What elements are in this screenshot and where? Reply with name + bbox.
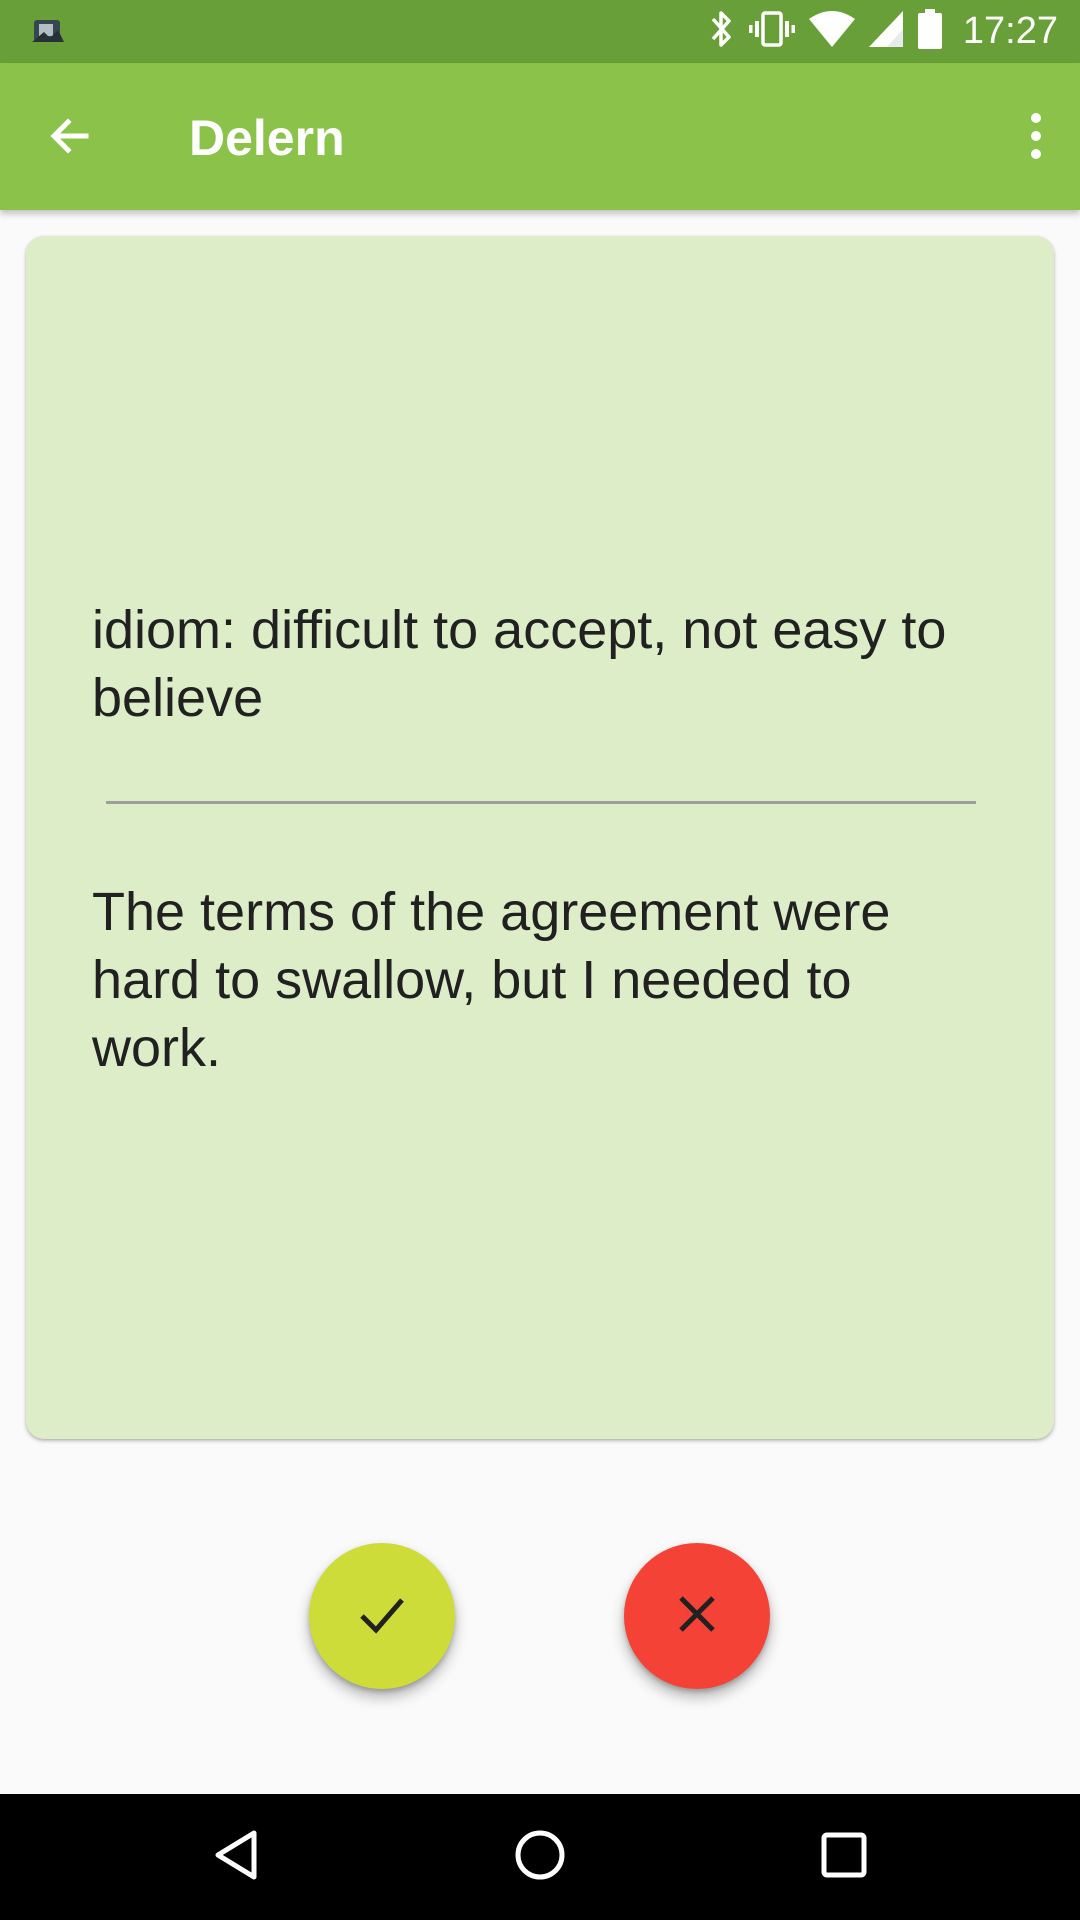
more-vert-icon xyxy=(1029,112,1043,165)
back-button[interactable] xyxy=(34,102,106,174)
card-front-text: idiom: difficult to accept, not easy to … xyxy=(92,600,947,728)
check-icon xyxy=(356,1588,408,1645)
nav-home-button[interactable] xyxy=(500,1817,580,1897)
navigation-bar xyxy=(0,1794,1080,1920)
app-bar: Delern xyxy=(0,63,1080,210)
status-icons: 17:27 xyxy=(709,0,1058,63)
flashcard[interactable]: idiom: difficult to accept, not easy to … xyxy=(26,236,1054,1439)
nav-back-button[interactable] xyxy=(196,1817,276,1897)
overflow-menu-button[interactable] xyxy=(1008,102,1064,174)
cell-signal-icon xyxy=(868,11,903,52)
arrow-back-icon xyxy=(46,112,94,165)
nav-recents-button[interactable] xyxy=(804,1817,884,1897)
app-notification-icon xyxy=(30,14,66,48)
bluetooth-icon xyxy=(709,9,735,54)
close-icon xyxy=(675,1592,719,1641)
nav-recents-icon xyxy=(820,1831,868,1884)
vibrate-icon xyxy=(748,9,795,54)
card-divider xyxy=(106,801,976,804)
wifi-icon xyxy=(808,11,855,52)
wrong-button[interactable] xyxy=(624,1543,770,1689)
correct-button[interactable] xyxy=(309,1543,455,1689)
app-title: Delern xyxy=(189,110,345,166)
status-bar: 17:27 xyxy=(0,0,1080,63)
status-time: 17:27 xyxy=(962,10,1058,52)
nav-home-icon xyxy=(514,1829,566,1886)
battery-icon xyxy=(917,9,943,54)
card-back-text: The terms of the agreement were hard to … xyxy=(92,882,891,1078)
nav-back-icon xyxy=(212,1829,260,1886)
